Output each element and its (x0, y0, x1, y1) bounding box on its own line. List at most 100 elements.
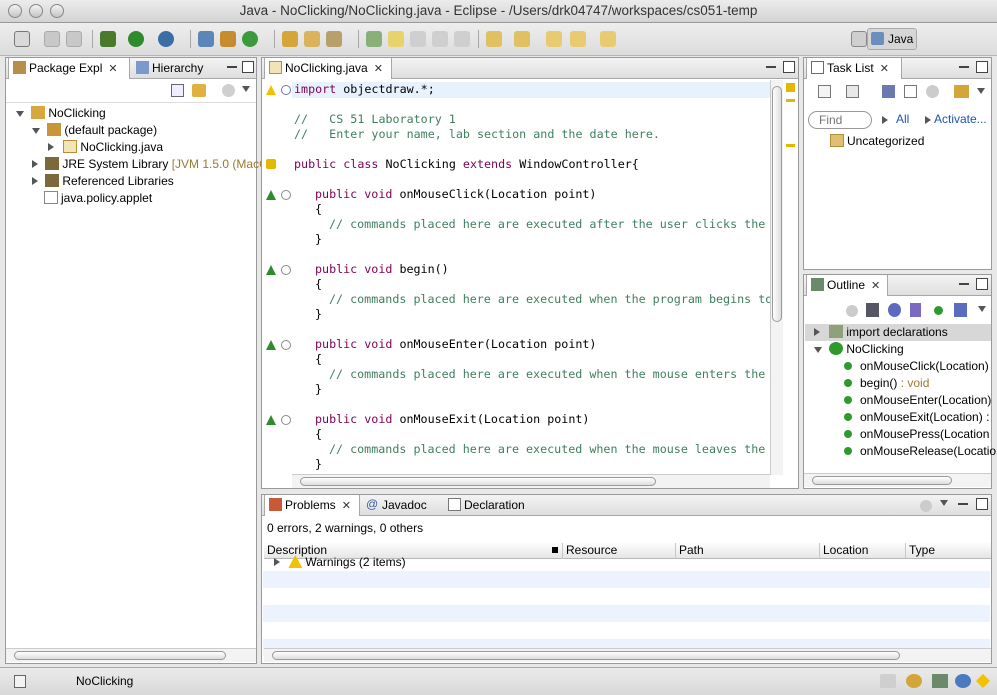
scroll-thumb[interactable] (272, 651, 900, 660)
warning-icon[interactable] (786, 83, 795, 92)
filter-icon[interactable] (926, 85, 939, 98)
expand-icon[interactable] (32, 128, 40, 134)
link-with-editor-icon[interactable] (192, 84, 206, 97)
package-explorer-hscrollbar[interactable] (6, 648, 256, 662)
warning-icon[interactable] (266, 159, 276, 169)
save-icon[interactable] (44, 31, 60, 47)
toggle-breadcrumb-icon[interactable] (432, 31, 448, 47)
last-edit-location-icon[interactable] (546, 31, 562, 47)
next-annotation-icon[interactable] (366, 31, 382, 47)
fast-view-icon[interactable] (14, 675, 26, 688)
outline-item-method[interactable]: onMouseExit(Location) : (844, 409, 989, 426)
outline-item-method[interactable]: onMousePress(Location (844, 426, 989, 443)
view-menu-icon[interactable] (977, 88, 985, 94)
block-selection-icon[interactable] (410, 31, 426, 47)
view-menu-icon[interactable] (940, 500, 948, 506)
heap-icon[interactable] (880, 674, 896, 688)
zoom-window-button[interactable] (50, 4, 64, 18)
updates-icon[interactable] (906, 674, 922, 688)
categorize-icon[interactable] (846, 85, 859, 98)
minimize-icon[interactable] (227, 66, 237, 68)
tab-task-list[interactable]: Task List ✕ (806, 58, 902, 79)
tree-item-policy-file[interactable]: java.policy.applet (44, 190, 152, 207)
outline-item-method[interactable]: onMouseRelease(Locatio (844, 443, 996, 460)
info-icon[interactable] (955, 674, 971, 688)
close-icon[interactable]: ✕ (880, 63, 889, 75)
hide-local-types-icon[interactable] (934, 306, 943, 315)
open-perspective-icon[interactable] (851, 31, 867, 47)
tab-outline[interactable]: Outline ✕ (806, 275, 888, 296)
expand-icon[interactable] (32, 160, 38, 168)
collapse-all-icon[interactable] (904, 85, 917, 98)
tab-declaration[interactable]: Declaration (444, 495, 530, 516)
sort-icon[interactable] (866, 303, 879, 317)
forward-icon[interactable] (600, 31, 616, 47)
minimize-icon[interactable] (959, 283, 969, 285)
close-icon[interactable]: ✕ (871, 280, 880, 292)
maximize-icon[interactable] (976, 498, 988, 510)
problem-group-warnings[interactable]: Warnings (2 items) (274, 554, 406, 571)
view-menu-icon[interactable] (242, 86, 250, 92)
minimize-icon[interactable] (958, 503, 968, 505)
show-whitespace-icon[interactable] (454, 31, 470, 47)
expand-icon[interactable] (274, 558, 280, 566)
column-header-resource[interactable]: Resource (563, 543, 676, 559)
warning-marker[interactable] (786, 99, 795, 102)
collapse-all-icon[interactable] (171, 84, 184, 97)
problems-hscrollbar[interactable] (264, 648, 991, 662)
tree-item-jre-library[interactable]: JRE System Library [JVM 1.5.0 (MacOS (32, 156, 276, 173)
maximize-icon[interactable] (783, 61, 795, 73)
search-icon[interactable] (326, 31, 342, 47)
close-icon[interactable]: ✕ (342, 500, 351, 512)
tab-problems[interactable]: Problems ✕ (264, 495, 360, 516)
scroll-thumb[interactable] (14, 651, 226, 660)
scroll-thumb[interactable] (812, 476, 952, 485)
synchronize-icon[interactable] (954, 85, 969, 98)
minimize-window-button[interactable] (29, 4, 43, 18)
warning-icon[interactable] (266, 85, 276, 95)
column-header-location[interactable]: Location (820, 543, 906, 559)
open-type-icon[interactable] (282, 31, 298, 47)
maximize-icon[interactable] (242, 61, 254, 73)
outline-item-class[interactable]: NoClicking (814, 341, 904, 358)
new-package-icon[interactable] (220, 31, 236, 47)
new-class-icon[interactable] (242, 31, 258, 47)
tree-item-referenced-libraries[interactable]: Referenced Libraries (32, 173, 174, 190)
print-icon[interactable] (66, 31, 82, 47)
filters-icon[interactable] (920, 500, 932, 512)
close-icon[interactable]: ✕ (108, 63, 117, 75)
fold-collapse-icon[interactable] (281, 415, 291, 425)
expand-icon[interactable] (814, 328, 820, 336)
editor-vscrollbar[interactable] (770, 80, 783, 475)
outline-hscrollbar[interactable] (804, 473, 991, 487)
scroll-thumb[interactable] (300, 477, 656, 486)
external-tools-icon[interactable] (158, 31, 174, 47)
code-editor[interactable]: import objectdraw.*; // CS 51 Laboratory… (292, 80, 770, 475)
tab-package-explorer[interactable]: Package Expl ✕ (8, 58, 130, 79)
focus-icon[interactable] (882, 85, 895, 98)
fold-expand-icon[interactable] (281, 85, 291, 95)
maximize-icon[interactable] (976, 61, 988, 73)
minimize-icon[interactable] (766, 66, 776, 68)
open-folder-icon[interactable] (304, 31, 320, 47)
expand-icon[interactable] (32, 177, 38, 185)
filters-icon[interactable] (222, 84, 235, 97)
column-header-type[interactable]: Type (906, 543, 991, 559)
editor-hscrollbar[interactable] (292, 474, 770, 488)
link-editor-icon[interactable] (954, 303, 967, 317)
outline-item-method[interactable]: begin() : void (844, 375, 929, 392)
image-icon[interactable] (932, 674, 948, 688)
column-header-path[interactable]: Path (676, 543, 820, 559)
tree-item-project[interactable]: NoClicking (16, 105, 106, 122)
hide-nonpublic-icon[interactable] (910, 303, 921, 317)
debug-icon[interactable] (100, 31, 116, 47)
activate-link[interactable]: Activate... (934, 112, 987, 126)
tree-item-default-package[interactable]: (default package) (32, 122, 157, 139)
tree-item-java-file[interactable]: NoClicking.java (48, 139, 163, 156)
scroll-thumb[interactable] (772, 86, 782, 322)
fold-collapse-icon[interactable] (281, 265, 291, 275)
close-window-button[interactable] (8, 4, 22, 18)
minimize-icon[interactable] (959, 66, 969, 68)
expand-icon[interactable] (814, 347, 822, 353)
new-task-icon[interactable] (818, 85, 831, 98)
